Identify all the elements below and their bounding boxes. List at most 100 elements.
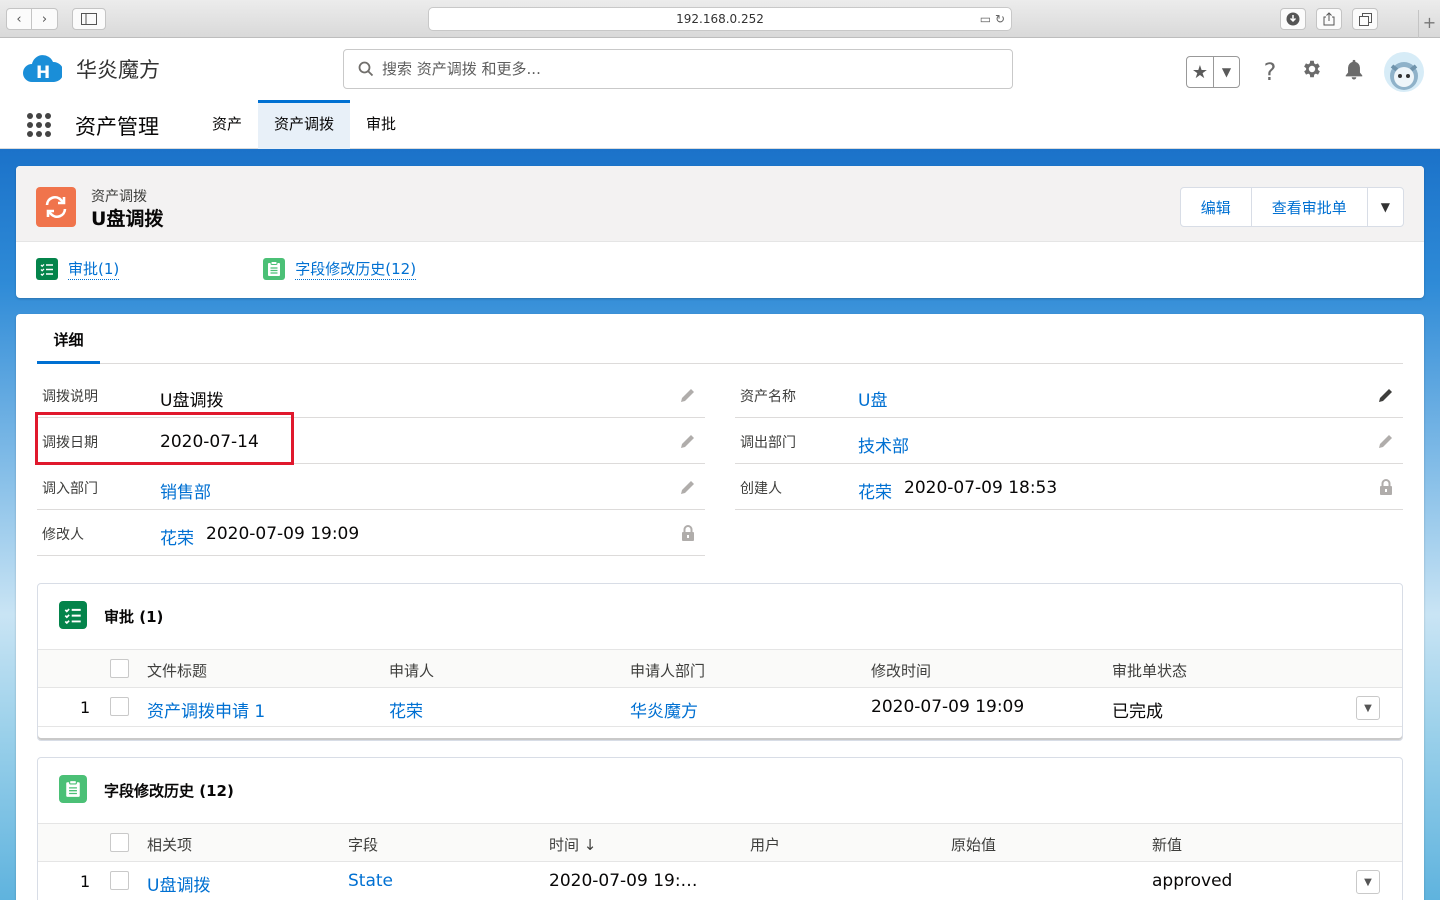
- approval-status: 已完成: [1112, 702, 1163, 722]
- record-header: 资产调拨 U盘调拨 编辑 查看审批单 ▼ 审批(1) 字段修改历史(12): [16, 166, 1424, 298]
- back-button[interactable]: ‹: [6, 8, 32, 30]
- browser-toolbar: ‹ › 192.168.0.252 ▭ ↻ +: [0, 0, 1440, 38]
- nav-tab-approvals[interactable]: 审批: [350, 100, 412, 149]
- favorites-menu-button[interactable]: ▼: [1214, 57, 1239, 87]
- related-list-title[interactable]: 字段修改历史 (12): [104, 780, 234, 801]
- pencil-icon[interactable]: [1377, 386, 1395, 404]
- field-modified-by: 修改人 花荣 2020-07-09 19:09: [37, 510, 705, 556]
- related-item-link[interactable]: U盘调拨: [147, 871, 210, 896]
- row-actions-button[interactable]: ▼: [1356, 870, 1380, 894]
- change-time: 2020-07-09 19:…: [549, 871, 698, 891]
- bell-icon: [1345, 59, 1363, 80]
- row-actions-button[interactable]: ▼: [1356, 696, 1380, 720]
- related-link-label: 字段修改历史(12): [295, 259, 417, 280]
- nav-tab-assets[interactable]: 资产: [196, 100, 258, 149]
- download-icon: [1286, 12, 1300, 26]
- app-header: H 华炎魔方 ★ ▼ ?: [0, 38, 1440, 100]
- table-row: 1 资产调拨申请 1 花荣 华炎魔方 2020-07-09 19:09 已完成 …: [38, 688, 1402, 727]
- column-header[interactable]: 用户: [750, 834, 780, 855]
- help-button[interactable]: ?: [1258, 58, 1282, 86]
- browser-nav-buttons: ‹ ›: [6, 8, 58, 30]
- field-history-related-list: 字段修改历史 (12) 相关项 字段 时间 ↓ 用户 原始值 新值 1 U盘调拨…: [37, 757, 1403, 900]
- pencil-icon[interactable]: [679, 478, 697, 496]
- field-asset-name: 资产名称 U盘: [735, 372, 1403, 418]
- search-input[interactable]: [382, 60, 982, 78]
- related-list-title[interactable]: 审批 (1): [104, 606, 163, 627]
- forward-button[interactable]: ›: [32, 8, 58, 30]
- pencil-icon[interactable]: [679, 432, 697, 450]
- document-title-link[interactable]: 资产调拨申请 1: [147, 697, 265, 722]
- modified-time: 2020-07-09 19:09: [871, 697, 1025, 717]
- nav-tab-asset-transfer[interactable]: 资产调拨: [258, 100, 351, 149]
- select-all-checkbox[interactable]: [110, 833, 129, 852]
- tab-details[interactable]: 详细: [37, 314, 100, 364]
- clipboard-icon: [59, 775, 87, 803]
- row-checkbox[interactable]: [110, 697, 129, 716]
- select-all-checkbox[interactable]: [110, 659, 129, 678]
- column-header[interactable]: 文件标题: [147, 660, 207, 681]
- tabs-button[interactable]: [1352, 8, 1378, 30]
- user-link[interactable]: 花荣: [858, 478, 892, 503]
- column-header[interactable]: 申请人: [389, 660, 434, 681]
- reader-icon[interactable]: ▭: [980, 12, 991, 26]
- dept-link[interactable]: 销售部: [160, 478, 211, 503]
- column-header[interactable]: 申请人部门: [630, 660, 705, 681]
- field-label: 创建人: [740, 481, 782, 497]
- column-header[interactable]: 新值: [1152, 834, 1182, 855]
- more-actions-button[interactable]: ▼: [1368, 188, 1403, 226]
- dept-link[interactable]: 技术部: [858, 432, 909, 457]
- field-value: 销售部: [160, 478, 211, 503]
- favorite-button[interactable]: ★: [1187, 57, 1214, 87]
- global-search[interactable]: [343, 49, 1013, 89]
- field-label: 资产名称: [740, 389, 796, 405]
- search-icon: [358, 61, 374, 77]
- field-name-link[interactable]: State: [348, 871, 393, 891]
- reload-icon[interactable]: ↻: [995, 12, 1005, 26]
- table-row: 1 U盘调拨 State 2020-07-09 19:… approved ▼: [38, 862, 1402, 900]
- app-launcher-icon[interactable]: [26, 112, 52, 138]
- field-value: 花荣 2020-07-09 18:53: [858, 478, 1057, 503]
- column-header[interactable]: 相关项: [147, 834, 192, 855]
- row-checkbox[interactable]: [110, 871, 129, 890]
- field-destination-dept: 调入部门 销售部: [37, 464, 705, 510]
- related-link-field-history[interactable]: 字段修改历史(12): [263, 258, 417, 280]
- pencil-icon[interactable]: [679, 386, 697, 404]
- caret-down-icon: ▼: [1380, 200, 1390, 214]
- detail-tabset: 详细: [37, 314, 1403, 364]
- address-bar[interactable]: 192.168.0.252 ▭ ↻: [428, 7, 1012, 31]
- applicant-dept-link[interactable]: 华炎魔方: [630, 697, 698, 722]
- column-header-sorted[interactable]: 时间 ↓: [549, 834, 596, 855]
- sidebar-icon: [81, 13, 97, 25]
- field-value: 技术部: [858, 432, 909, 457]
- svg-text:H: H: [36, 63, 50, 83]
- settings-button[interactable]: [1300, 58, 1324, 86]
- column-header[interactable]: 修改时间: [871, 660, 931, 681]
- edit-button[interactable]: 编辑: [1181, 188, 1252, 226]
- applicant-link[interactable]: 花荣: [389, 697, 423, 722]
- logo[interactable]: H 华炎魔方: [22, 52, 160, 86]
- field-value: U盘调拨: [160, 391, 224, 411]
- pencil-icon[interactable]: [1377, 432, 1395, 450]
- row-number: 1: [80, 698, 91, 717]
- share-button[interactable]: [1316, 8, 1342, 30]
- field-created-by: 创建人 花荣 2020-07-09 18:53: [735, 464, 1403, 510]
- cloud-logo-icon: H: [23, 55, 62, 83]
- lock-icon: [1380, 479, 1392, 495]
- plus-icon: +: [1422, 13, 1437, 32]
- related-link-label: 审批(1): [68, 259, 120, 280]
- column-header[interactable]: 字段: [348, 834, 378, 855]
- new-tab-button[interactable]: +: [1418, 10, 1440, 38]
- notifications-button[interactable]: [1342, 58, 1366, 86]
- user-link[interactable]: 花荣: [160, 524, 194, 549]
- column-header[interactable]: 原始值: [951, 834, 996, 855]
- sidebar-toggle-button[interactable]: [72, 8, 106, 30]
- avatar[interactable]: [1384, 52, 1424, 92]
- new-value: approved: [1152, 871, 1233, 891]
- record-icon: [36, 187, 76, 227]
- view-approval-button[interactable]: 查看审批单: [1252, 188, 1368, 226]
- asset-link[interactable]: U盘: [858, 386, 887, 411]
- lock-icon: [682, 525, 694, 541]
- column-header[interactable]: 审批单状态: [1112, 660, 1187, 681]
- related-link-approvals[interactable]: 审批(1): [36, 258, 120, 280]
- downloads-button[interactable]: [1280, 8, 1306, 30]
